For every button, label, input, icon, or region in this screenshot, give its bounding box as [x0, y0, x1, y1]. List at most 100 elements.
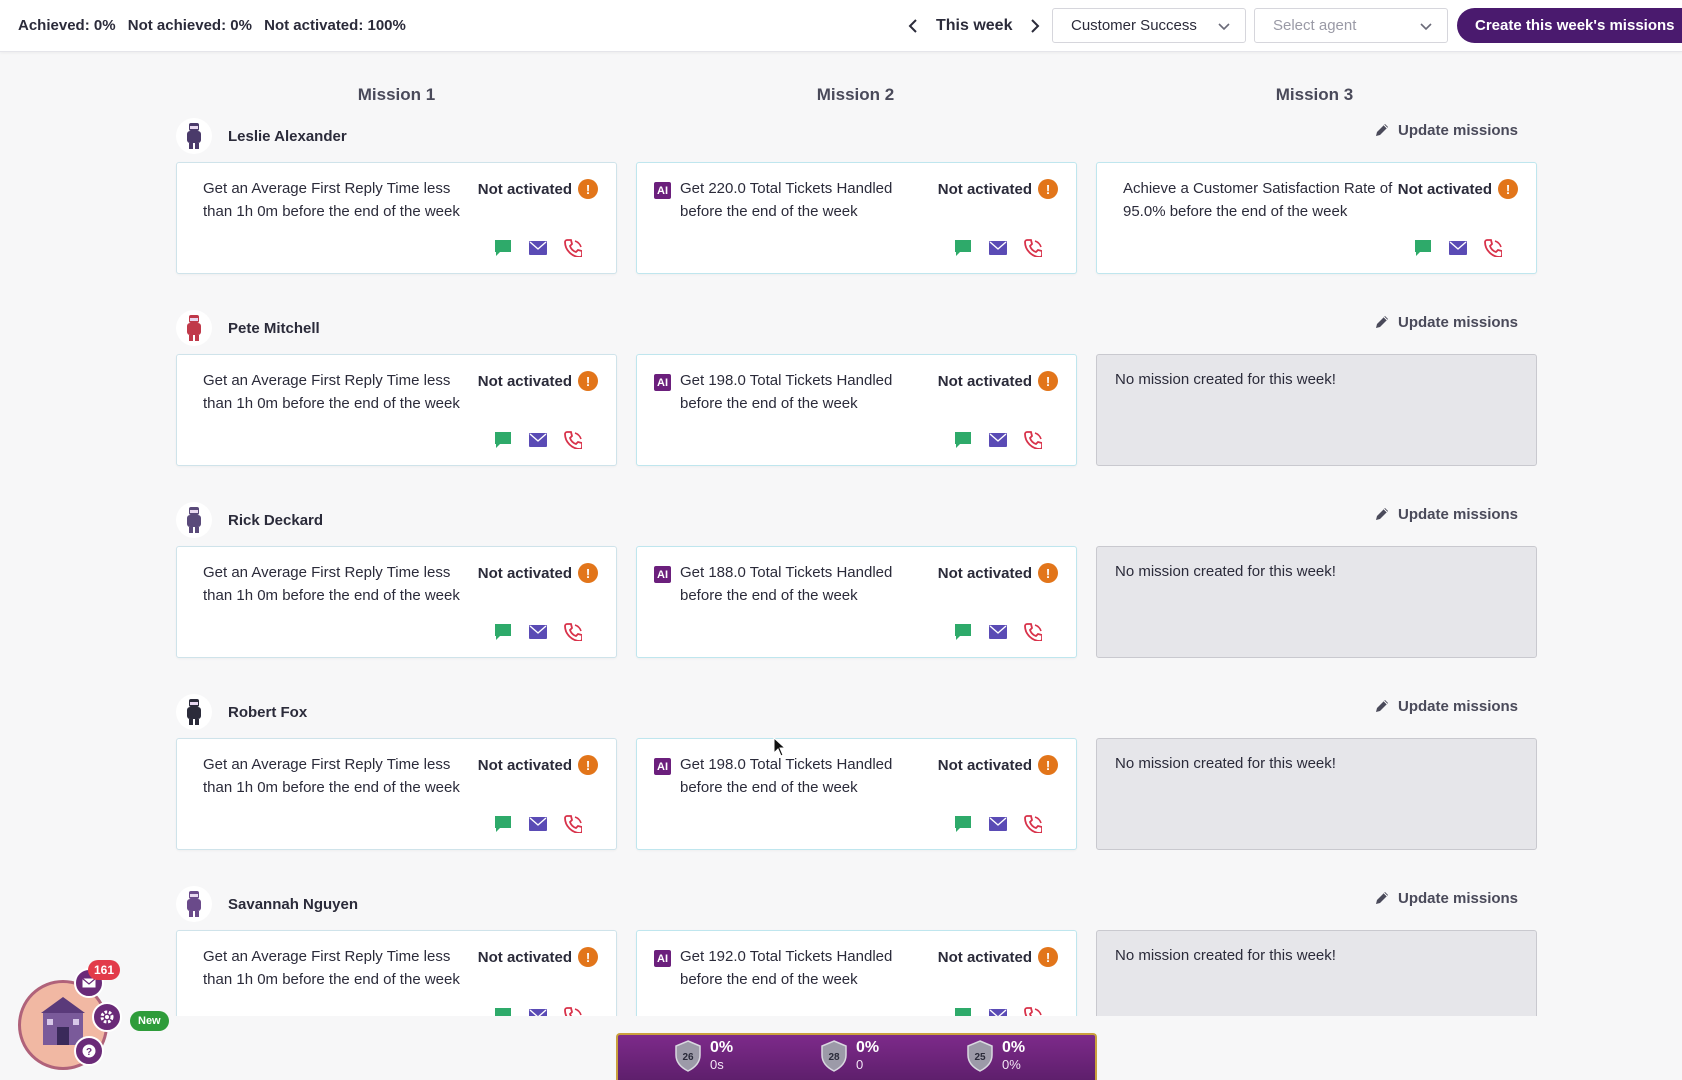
stat-value: 0 — [856, 1057, 864, 1072]
mission-card[interactable]: Get an Average First Reply Time less tha… — [176, 354, 617, 466]
pencil-icon — [1376, 892, 1388, 904]
mission-text: Get 220.0 Total Tickets Handled before t… — [680, 180, 893, 220]
mission-card[interactable]: AI Get 220.0 Total Tickets Handled befor… — [636, 162, 1077, 274]
empty-mission-card: No mission created for this week! — [1096, 546, 1537, 658]
settings-button[interactable] — [92, 1002, 122, 1032]
chevron-right-icon[interactable] — [1026, 17, 1044, 35]
help-button[interactable]: ? — [74, 1036, 104, 1066]
ai-badge: AI — [654, 950, 671, 967]
phone-icon — [564, 239, 582, 257]
column-header-mission-2: Mission 2 — [816, 85, 895, 104]
update-missions-label: Update missions — [1398, 121, 1519, 139]
agent-avatar-icon — [187, 699, 201, 725]
agent-avatar-icon — [187, 315, 201, 341]
ai-badge: AI — [654, 758, 671, 775]
not-activated-value: 100% — [367, 17, 406, 34]
chat-icon — [954, 623, 972, 641]
update-missions-button[interactable]: Update missions — [1374, 694, 1518, 718]
chevron-left-icon[interactable] — [904, 17, 922, 35]
mission-text: Get an Average First Reply Time less tha… — [203, 948, 460, 988]
mission-card[interactable]: AI Get 188.0 Total Tickets Handled befor… — [636, 546, 1077, 658]
not-activated-label: Not activated: — [264, 17, 364, 34]
warning-icon: ! — [1038, 755, 1058, 775]
update-missions-button[interactable]: Update missions — [1374, 118, 1518, 142]
mission-text: Get an Average First Reply Time less tha… — [203, 372, 460, 412]
mission-card[interactable]: AI Get 198.0 Total Tickets Handled befor… — [636, 354, 1077, 466]
phone-icon — [1024, 815, 1042, 833]
email-icon — [529, 239, 547, 257]
chat-icon — [954, 431, 972, 449]
channel-icons — [954, 623, 1042, 641]
channel-icons — [954, 815, 1042, 833]
warning-icon: ! — [1038, 947, 1058, 967]
warning-icon: ! — [1038, 179, 1058, 199]
mission-status: Not activated ! — [1398, 179, 1518, 199]
channel-icons — [494, 623, 582, 641]
avatar — [176, 310, 212, 346]
status-label: Not activated — [937, 564, 1032, 582]
mission-text: Get an Average First Reply Time less tha… — [203, 564, 460, 604]
svg-text:25: 25 — [974, 1052, 986, 1063]
update-missions-button[interactable]: Update missions — [1374, 886, 1518, 910]
mission-status: Not activated ! — [938, 563, 1058, 583]
mission-card[interactable]: Get an Average First Reply Time less tha… — [176, 738, 617, 850]
update-missions-button[interactable]: Update missions — [1374, 310, 1518, 334]
team-select-value: Customer Success — [1071, 17, 1197, 34]
achieved-label: Achieved: — [18, 17, 90, 34]
channel-icons — [954, 431, 1042, 449]
update-missions-button[interactable]: Update missions — [1374, 502, 1518, 526]
email-icon — [529, 623, 547, 641]
mouse-cursor-icon — [773, 737, 787, 757]
mission-text: Get an Average First Reply Time less tha… — [203, 180, 460, 220]
mission-status: Not activated ! — [478, 947, 598, 967]
empty-mission-text: No mission created for this week! — [1115, 947, 1336, 964]
mission-status: Not activated ! — [478, 563, 598, 583]
stat-percent: 0% — [856, 1039, 880, 1056]
bottom-stats-bar: 26 0% 0s 28 0% 0 25 0% 0% — [616, 1033, 1097, 1080]
phone-icon — [564, 815, 582, 833]
status-label: Not activated — [477, 948, 572, 966]
warning-icon: ! — [578, 755, 598, 775]
notification-count-badge: 161 — [88, 960, 121, 980]
warning-icon: ! — [578, 563, 598, 583]
stat-percent: 0% — [710, 1039, 734, 1056]
agent-select-placeholder: Select agent — [1273, 17, 1357, 34]
new-badge: New — [130, 1011, 169, 1031]
team-select[interactable]: Customer Success — [1052, 8, 1246, 43]
agent-name: Savannah Nguyen — [228, 895, 359, 913]
create-missions-button[interactable]: Create this week's missions — [1457, 8, 1682, 43]
update-missions-label: Update missions — [1398, 505, 1519, 523]
chevron-down-icon — [1419, 19, 1433, 36]
avatar — [176, 118, 212, 154]
status-label: Not activated — [477, 372, 572, 390]
column-header-mission-3: Mission 3 — [1275, 85, 1354, 104]
status-label: Not activated — [937, 180, 1032, 198]
agent-select[interactable]: Select agent — [1254, 8, 1448, 43]
mission-card[interactable]: Get an Average First Reply Time less tha… — [176, 162, 617, 274]
mission-text: Get 188.0 Total Tickets Handled before t… — [680, 564, 893, 604]
shield-icon: 25 — [967, 1040, 993, 1072]
svg-text:26: 26 — [682, 1052, 694, 1063]
email-icon — [529, 431, 547, 449]
gear-icon — [100, 1010, 114, 1024]
avatar — [176, 502, 212, 538]
agent-header: Leslie Alexander — [176, 116, 347, 156]
ai-badge: AI — [654, 374, 671, 391]
email-icon — [989, 431, 1007, 449]
chat-icon — [494, 815, 512, 833]
agent-name: Robert Fox — [228, 703, 308, 721]
channel-icons — [1414, 239, 1502, 257]
status-label: Not activated — [477, 564, 572, 582]
chat-icon — [494, 239, 512, 257]
warning-icon: ! — [1498, 179, 1518, 199]
mission-card[interactable]: Achieve a Customer Satisfaction Rate of … — [1096, 162, 1537, 274]
agent-name: Leslie Alexander — [228, 127, 347, 145]
question-icon: ? — [82, 1044, 96, 1058]
pencil-icon — [1376, 316, 1388, 328]
mission-card[interactable]: AI Get 198.0 Total Tickets Handled befor… — [636, 738, 1077, 850]
agent-avatar-icon — [187, 507, 201, 533]
mission-card[interactable]: Get an Average First Reply Time less tha… — [176, 546, 617, 658]
phone-icon — [1484, 239, 1502, 257]
channel-icons — [954, 239, 1042, 257]
agent-avatar-icon — [187, 891, 201, 917]
